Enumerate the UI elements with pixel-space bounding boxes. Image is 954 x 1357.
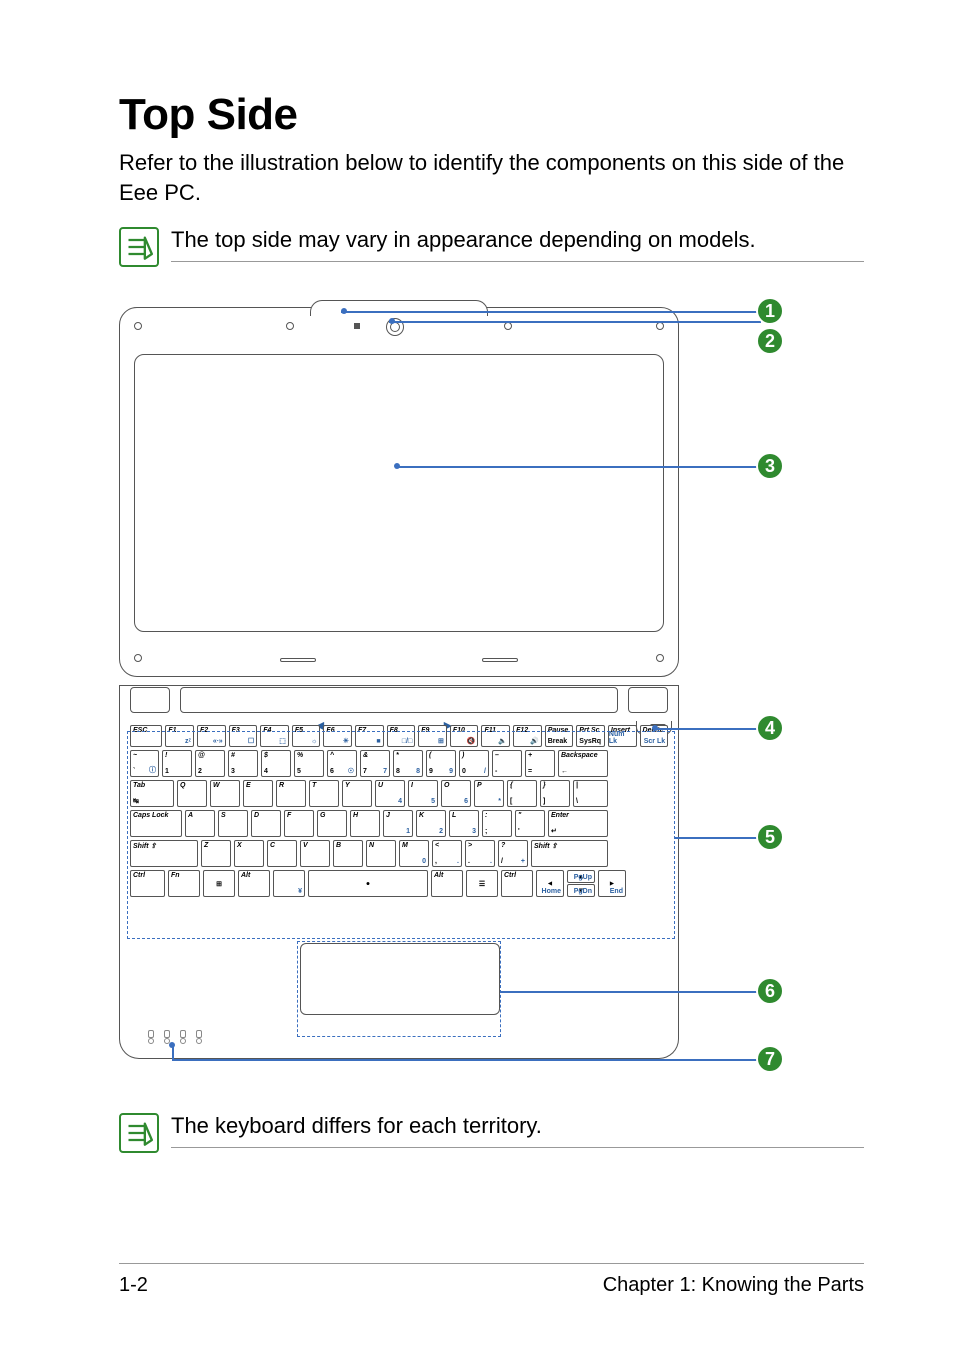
note-top-text: The top side may vary in appearance depe…	[171, 225, 864, 262]
note-bottom: The keyboard differs for each territory.	[119, 1111, 864, 1153]
note-top: The top side may vary in appearance depe…	[119, 225, 864, 267]
callout-2-badge: 2	[756, 327, 784, 355]
note-icon	[119, 1113, 159, 1153]
laptop-lid	[119, 307, 679, 677]
page-footer: 1-2 Chapter 1: Knowing the Parts	[119, 1263, 864, 1297]
laptop-diagram: ◄ ► ESCF1zᶻF2«∙»F3☐F4⬚F5☼F6☀F7■F8□/□F9⊞F…	[119, 291, 779, 1071]
callout-4-badge: 4	[756, 714, 784, 742]
note-bottom-text: The keyboard differs for each territory.	[171, 1111, 864, 1148]
callout-6-badge: 6	[756, 977, 784, 1005]
status-leds	[148, 1038, 202, 1044]
callout-7-badge: 7	[756, 1045, 784, 1073]
chapter-title: Chapter 1: Knowing the Parts	[603, 1274, 864, 1297]
callout-5-badge: 5	[756, 823, 784, 851]
note-icon	[119, 227, 159, 267]
callout-3-badge: 3	[756, 452, 784, 480]
page-title: Top Side	[119, 90, 864, 140]
page-number: 1-2	[119, 1274, 148, 1297]
display-panel	[134, 354, 664, 632]
callout-1-badge: 1	[756, 297, 784, 325]
intro-paragraph: Refer to the illustration below to ident…	[119, 148, 864, 207]
